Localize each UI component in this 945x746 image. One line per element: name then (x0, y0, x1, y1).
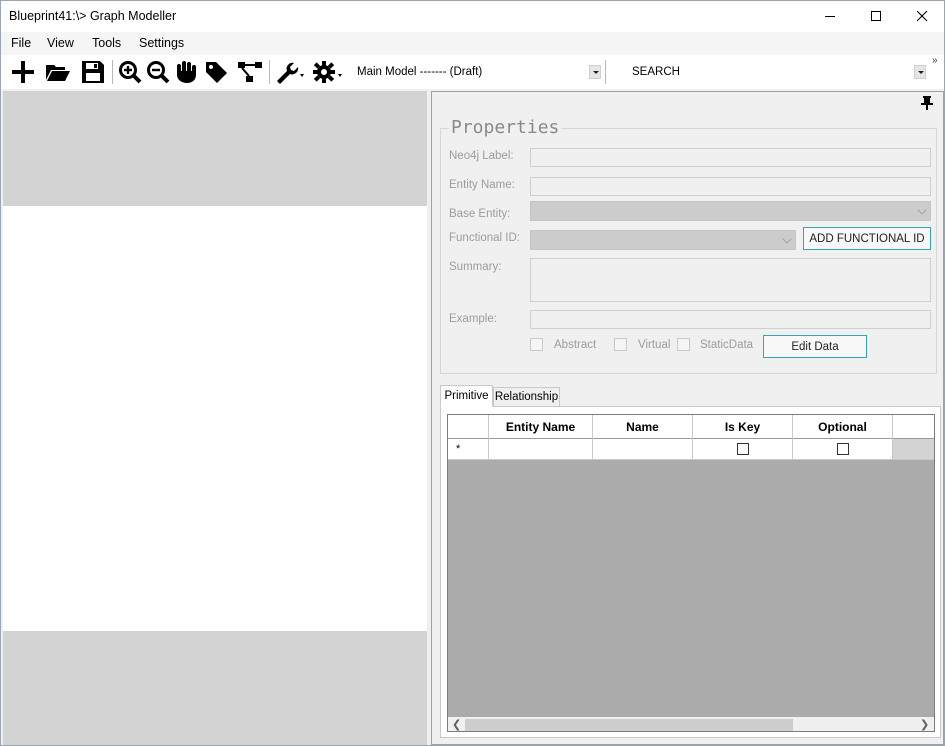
menu-file[interactable]: File (11, 36, 31, 50)
static-data-label: StaticData (700, 339, 754, 351)
tag-icon (206, 62, 227, 83)
grid-header: Entity Name Name Is Key Optional (448, 415, 934, 439)
edit-data-button[interactable]: Edit Data (763, 335, 867, 358)
new-button[interactable] (9, 59, 37, 85)
entity-name-label: Entity Name: (449, 179, 515, 191)
zoom-in-button[interactable] (116, 59, 144, 85)
gear-icon (313, 61, 342, 83)
neo4j-label-label: Neo4j Label: (449, 150, 514, 162)
base-entity-label: Base Entity: (449, 208, 511, 220)
neo4j-label-field[interactable] (530, 148, 931, 167)
hierarchy-button[interactable] (236, 59, 264, 85)
properties-panel: Properties Neo4j Label: Entity Name: Bas… (431, 91, 944, 745)
new-row-marker: * (448, 439, 489, 460)
maximize-icon (870, 11, 881, 21)
canvas-top-band (3, 91, 427, 206)
toolbar-separator (112, 60, 113, 84)
toolbar: Main Model ------- (Draft) SEARCH » (1, 55, 944, 89)
add-functional-id-button[interactable]: ADD FUNCTIONAL ID (803, 227, 931, 250)
canvas-bottom-band (3, 631, 427, 745)
pan-button[interactable] (172, 59, 200, 85)
cell-name[interactable] (593, 439, 693, 460)
is-key-checkbox[interactable] (736, 443, 749, 455)
folder-open-icon (46, 65, 70, 81)
graph-canvas[interactable] (3, 91, 427, 745)
close-icon (916, 11, 927, 22)
static-data-checkbox[interactable] (677, 338, 690, 351)
primitive-grid[interactable]: Entity Name Name Is Key Optional * ❮ ❯ (447, 414, 935, 732)
scroll-right-icon[interactable]: ❯ (920, 718, 929, 731)
hand-icon (177, 61, 196, 83)
optional-checkbox[interactable] (836, 443, 849, 455)
search-dropdown[interactable]: SEARCH (628, 61, 928, 83)
pin-button[interactable] (920, 96, 934, 113)
entity-name-field[interactable] (530, 177, 931, 196)
example-label: Example: (449, 313, 497, 325)
chevron-down-icon (917, 205, 927, 215)
cell-is-key[interactable] (693, 439, 793, 460)
open-button[interactable] (44, 59, 72, 85)
tag-button[interactable] (202, 59, 230, 85)
virtual-checkbox[interactable] (614, 338, 627, 351)
toolbar-separator (269, 60, 270, 84)
horizontal-scrollbar[interactable]: ❮ ❯ (448, 717, 934, 731)
scroll-left-icon[interactable]: ❮ (452, 718, 461, 731)
functional-id-combo[interactable] (530, 230, 796, 250)
virtual-label: Virtual (638, 339, 671, 351)
abstract-checkbox[interactable] (530, 338, 543, 351)
maximize-button[interactable] (853, 1, 899, 32)
tab-relationship[interactable]: Relationship (493, 387, 560, 407)
base-entity-combo[interactable] (530, 201, 931, 221)
minimize-icon (824, 16, 835, 17)
hierarchy-icon (238, 62, 262, 82)
properties-title: Properties (449, 117, 562, 138)
cell-optional[interactable] (793, 439, 893, 460)
search-dropdown-value: SEARCH (632, 66, 680, 78)
settings-dropdown-button[interactable] (311, 59, 345, 85)
toolbar-separator (605, 60, 606, 84)
save-icon (82, 61, 104, 83)
zoom-out-icon (147, 61, 170, 84)
model-dropdown[interactable]: Main Model ------- (Draft) (353, 61, 603, 83)
pin-icon (921, 96, 933, 110)
column-header-entity-name[interactable]: Entity Name (489, 415, 593, 439)
menu-tools[interactable]: Tools (92, 36, 121, 50)
chevron-down-icon (782, 234, 792, 244)
plus-icon (12, 61, 34, 83)
cell-entity-name[interactable] (489, 439, 593, 460)
scrollbar-thumb[interactable] (465, 719, 793, 731)
primitive-tab-page: Entity Name Name Is Key Optional * ❮ ❯ (440, 406, 941, 738)
menu-bar: File View Tools Settings (1, 32, 944, 55)
table-row[interactable]: * (448, 439, 934, 460)
column-header-extra[interactable] (893, 415, 934, 439)
window-title: Blueprint41:\> Graph Modeller (9, 9, 177, 23)
example-field[interactable] (530, 310, 931, 329)
column-header-optional[interactable]: Optional (793, 415, 893, 439)
chevron-down-icon (914, 65, 926, 79)
summary-field[interactable] (530, 258, 931, 302)
chevron-down-icon (589, 65, 601, 79)
zoom-out-button[interactable] (144, 59, 172, 85)
properties-group: Properties Neo4j Label: Entity Name: Bas… (440, 117, 937, 374)
column-header-is-key[interactable]: Is Key (693, 415, 793, 439)
row-header-corner (448, 415, 489, 439)
close-button[interactable] (899, 1, 944, 32)
functional-id-label: Functional ID: (449, 232, 520, 244)
title-bar: Blueprint41:\> Graph Modeller (1, 1, 944, 32)
app-window: Blueprint41:\> Graph Modeller File View … (0, 0, 945, 746)
tools-dropdown-button[interactable] (273, 59, 307, 85)
column-header-name[interactable]: Name (593, 415, 693, 439)
tab-primitive[interactable]: Primitive (440, 385, 493, 407)
cell-extra[interactable] (893, 439, 934, 460)
abstract-label: Abstract (554, 339, 597, 351)
toolbar-overflow-icon[interactable]: » (932, 55, 937, 66)
model-dropdown-value: Main Model ------- (Draft) (357, 66, 483, 78)
menu-settings[interactable]: Settings (139, 36, 184, 50)
wrench-icon (277, 62, 304, 84)
summary-label: Summary: (449, 261, 502, 273)
menu-view[interactable]: View (47, 36, 74, 50)
zoom-in-icon (119, 61, 142, 84)
save-button[interactable] (79, 59, 107, 85)
minimize-button[interactable] (807, 1, 853, 32)
